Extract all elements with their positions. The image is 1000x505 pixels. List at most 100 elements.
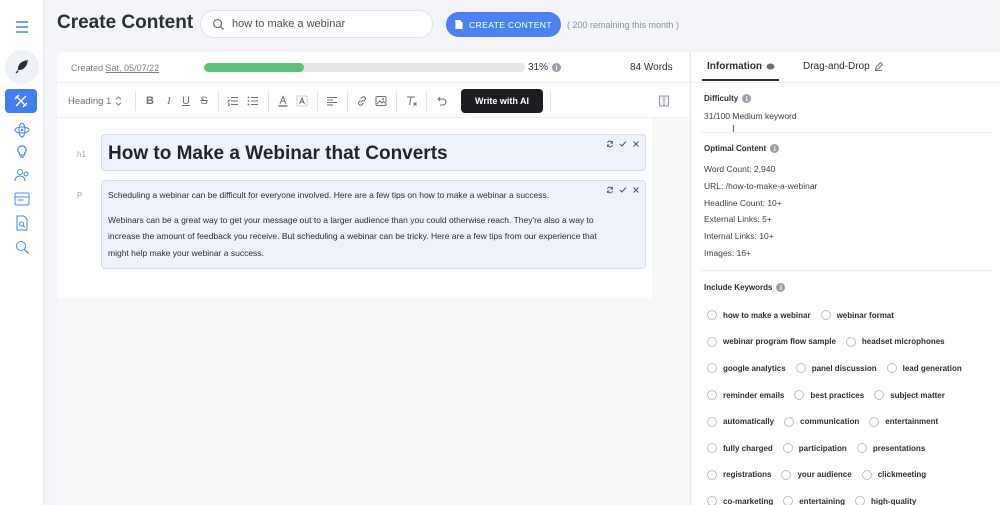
bullet-list-icon[interactable]: [247, 93, 259, 109]
content-score-value: 31%: [528, 62, 549, 73]
link-icon[interactable]: [356, 93, 368, 109]
keyword-radio[interactable]: [707, 469, 717, 480]
strikethrough-icon[interactable]: S: [197, 93, 211, 109]
keyword-radio[interactable]: [869, 416, 880, 427]
info-icon[interactable]: i: [770, 144, 780, 153]
text-color-icon[interactable]: [277, 93, 289, 109]
keyword-chip[interactable]: headset microphones: [845, 336, 945, 347]
keyword-chip[interactable]: communication: [784, 416, 860, 427]
keyword-radio[interactable]: [795, 363, 806, 374]
keyword-chip[interactable]: best practices: [794, 390, 864, 401]
keyword-chip[interactable]: participation: [782, 443, 847, 454]
ordered-list-icon[interactable]: [227, 93, 239, 109]
keyword-radio[interactable]: [707, 443, 717, 454]
keyword-chip[interactable]: entertainment: [869, 416, 939, 427]
close-icon[interactable]: [632, 186, 640, 194]
keyword-radio[interactable]: [794, 390, 805, 401]
keyword-chip[interactable]: reminder emails: [707, 390, 784, 401]
keyword-chip[interactable]: high-quality: [855, 496, 916, 505]
toolbar-divider: [550, 91, 551, 111]
keyword-radio[interactable]: [707, 310, 717, 321]
keyword-row: registrations your audience clickmeeting: [707, 462, 999, 489]
create-content-button[interactable]: CREATE CONTENT: [446, 12, 561, 37]
keyword-radio[interactable]: [820, 310, 831, 321]
keyword-radio[interactable]: [707, 363, 717, 374]
keyword-chip[interactable]: automatically: [707, 416, 774, 427]
export-icon[interactable]: [658, 93, 670, 109]
heading-select[interactable]: Heading 1: [68, 93, 122, 109]
tab-information[interactable]: Information: [702, 61, 779, 81]
keyword-radio[interactable]: [861, 469, 872, 480]
keyword-radio[interactable]: [783, 496, 794, 505]
refresh-icon[interactable]: [606, 186, 614, 194]
check-icon[interactable]: [619, 140, 627, 148]
keyword-chip[interactable]: co-marketing: [707, 496, 773, 505]
underline-icon[interactable]: U: [179, 93, 193, 109]
browser-icon[interactable]: [8, 186, 36, 212]
paragraph-block[interactable]: Scheduling a webinar can be difficult fo…: [101, 180, 646, 269]
heading-block[interactable]: How to Make a Webinar that Converts: [101, 134, 646, 171]
keyword-radio[interactable]: [784, 416, 795, 427]
check-icon[interactable]: [619, 186, 627, 194]
keyword-chip[interactable]: clickmeeting: [861, 469, 926, 480]
keyword-radio[interactable]: [856, 443, 867, 454]
keyword-radio[interactable]: [874, 390, 885, 401]
content-score: 31% i: [528, 62, 562, 73]
keyword-chip[interactable]: subject matter: [874, 390, 945, 401]
keyword-chip[interactable]: presentations: [856, 443, 925, 454]
italic-icon[interactable]: I: [162, 93, 176, 109]
tab-drag-and-drop[interactable]: Drag-and-Drop: [803, 61, 883, 72]
keyword-radio[interactable]: [707, 496, 717, 505]
document-search-icon[interactable]: [8, 210, 36, 236]
paragraph-text[interactable]: Scheduling a webinar can be difficult fo…: [108, 187, 608, 269]
keyword-chip[interactable]: fully charged: [707, 443, 773, 454]
optimal-content-title: Optimal Content i: [704, 144, 780, 153]
heading-text[interactable]: How to Make a Webinar that Converts: [108, 143, 448, 165]
clear-format-icon[interactable]: [405, 93, 417, 109]
info-icon[interactable]: i: [776, 283, 786, 292]
close-icon[interactable]: [632, 140, 640, 148]
keyword-chip[interactable]: google analytics: [707, 363, 786, 374]
keyword-row: fully charged participation presentations: [707, 435, 999, 462]
keyword-chip[interactable]: registrations: [707, 469, 771, 480]
info-icon[interactable]: i: [552, 63, 562, 72]
rocket-icon[interactable]: [5, 50, 39, 84]
keyword-radio[interactable]: [707, 416, 717, 427]
keyword-radio[interactable]: [707, 336, 717, 347]
undo-icon[interactable]: [435, 93, 447, 109]
keyword-label: communication: [800, 417, 860, 427]
keyword-radio[interactable]: [886, 363, 897, 374]
bold-icon[interactable]: B: [143, 93, 157, 109]
keyword-chip[interactable]: your audience: [781, 469, 852, 480]
keyword-chip[interactable]: entertaining: [783, 496, 845, 505]
keyword-label: entertainment: [885, 417, 939, 427]
align-left-icon[interactable]: [326, 93, 338, 109]
keyword-label: subject matter: [890, 390, 945, 400]
keyword-chip[interactable]: panel discussion: [795, 363, 877, 374]
keyword-chip[interactable]: webinar format: [820, 310, 894, 321]
refresh-icon[interactable]: [606, 140, 614, 148]
search-box[interactable]: [200, 10, 433, 38]
keyword-chip[interactable]: lead generation: [886, 363, 962, 374]
keyword-radio[interactable]: [782, 443, 793, 454]
keyword-radio[interactable]: [845, 336, 856, 347]
editor-content-area[interactable]: h1 How to Make a Webinar that Converts P…: [57, 118, 689, 505]
info-icon[interactable]: i: [742, 94, 752, 103]
search-input[interactable]: [232, 18, 422, 30]
image-icon[interactable]: [375, 93, 387, 109]
optimal-word-count: Word Count: 2,940: [704, 164, 776, 174]
content-editor-icon[interactable]: [5, 89, 37, 113]
magnifier-icon[interactable]: [8, 234, 36, 260]
keyword-label: participation: [798, 443, 847, 453]
chat-icon: [766, 63, 775, 70]
created-date[interactable]: Sat, 05/07/22: [106, 63, 160, 73]
keyword-radio[interactable]: [707, 390, 717, 401]
menu-icon[interactable]: [8, 14, 36, 40]
keyword-chip[interactable]: how to make a webinar: [707, 310, 811, 321]
keyword-radio[interactable]: [855, 496, 866, 505]
highlight-icon[interactable]: [296, 93, 308, 109]
keyword-radio[interactable]: [781, 469, 792, 480]
users-icon[interactable]: [8, 162, 36, 188]
keyword-chip[interactable]: webinar program flow sample: [707, 336, 836, 347]
write-with-ai-button[interactable]: Write with AI: [461, 89, 543, 113]
